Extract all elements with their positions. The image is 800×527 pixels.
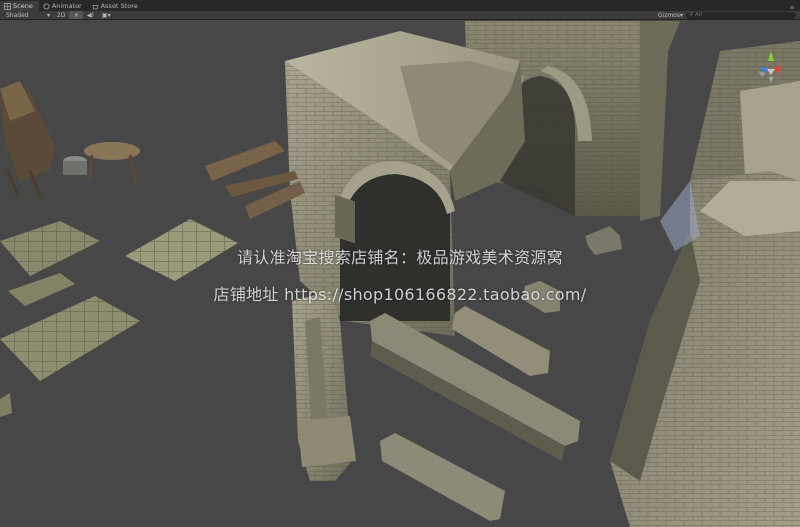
animator-icon	[43, 3, 50, 10]
chevron-down-icon: ▾	[107, 11, 111, 19]
effects-toggle[interactable]: ▣ ▾	[98, 11, 115, 19]
editor-tab-bar: Scene Animator Asset Store ≡	[0, 0, 800, 11]
gizmo-cube[interactable]	[767, 69, 775, 75]
tab-menu-icon[interactable]: ≡	[788, 3, 796, 11]
2d-mode-label: 2D	[57, 11, 66, 19]
scene-viewport[interactable]: 请认准淘宝搜索店铺名：极品游戏美术资源窝 店铺地址 https://shop10…	[0, 21, 800, 527]
chevron-down-icon: ▾	[679, 11, 683, 19]
chevron-down-icon: ▾	[46, 11, 50, 19]
lighting-toggle[interactable]: ☀	[69, 11, 83, 19]
scene-toolbar: Shaded ▾ 2D ☀ ◀) ▣ ▾ Gizmos ▾ ⚲ All	[0, 11, 800, 20]
gizmo-axes	[758, 51, 782, 83]
watermark-line-1: 请认准淘宝搜索店铺名：极品游戏美术资源窝	[236, 248, 563, 267]
audio-toggle[interactable]: ◀)	[83, 11, 98, 19]
scene-render	[0, 21, 800, 527]
gizmo-neg-y[interactable]	[769, 77, 773, 83]
search-placeholder: All	[695, 12, 702, 18]
orientation-gizmo[interactable]	[748, 47, 794, 97]
scene-grid-icon	[4, 2, 11, 10]
tab-scene[interactable]: Scene	[0, 1, 39, 11]
speaker-icon: ◀)	[86, 11, 94, 19]
gizmo-x-cone[interactable]	[774, 65, 782, 74]
tab-scene-label: Scene	[13, 2, 33, 10]
tab-animator-label: Animator	[51, 2, 82, 10]
tab-asset-store-label: Asset Store	[100, 2, 138, 10]
table-and-barrel	[63, 142, 140, 182]
search-icon: ⚲	[689, 12, 694, 18]
tab-asset-store[interactable]: Asset Store	[88, 1, 144, 11]
unity-scene-window: Scene Animator Asset Store ≡ Shaded ▾ 2D…	[0, 0, 800, 527]
shading-mode-dropdown[interactable]: Shaded ▾	[3, 11, 53, 19]
sun-icon: ☀	[73, 11, 79, 19]
search-input[interactable]: ⚲ All	[686, 11, 796, 19]
2d-mode-toggle[interactable]: 2D	[53, 11, 69, 19]
gizmo-y-cone[interactable]	[768, 51, 774, 61]
watermark-line-2: 店铺地址 https://shop106166822.taobao.com/	[213, 285, 587, 304]
gizmos-label: Gizmos	[657, 11, 680, 19]
gizmos-dropdown[interactable]: Gizmos ▾	[655, 11, 686, 19]
wooden-shack	[0, 81, 55, 197]
shading-mode-label: Shaded	[6, 11, 29, 19]
tab-animator[interactable]: Animator	[39, 1, 88, 11]
store-icon	[92, 3, 99, 10]
